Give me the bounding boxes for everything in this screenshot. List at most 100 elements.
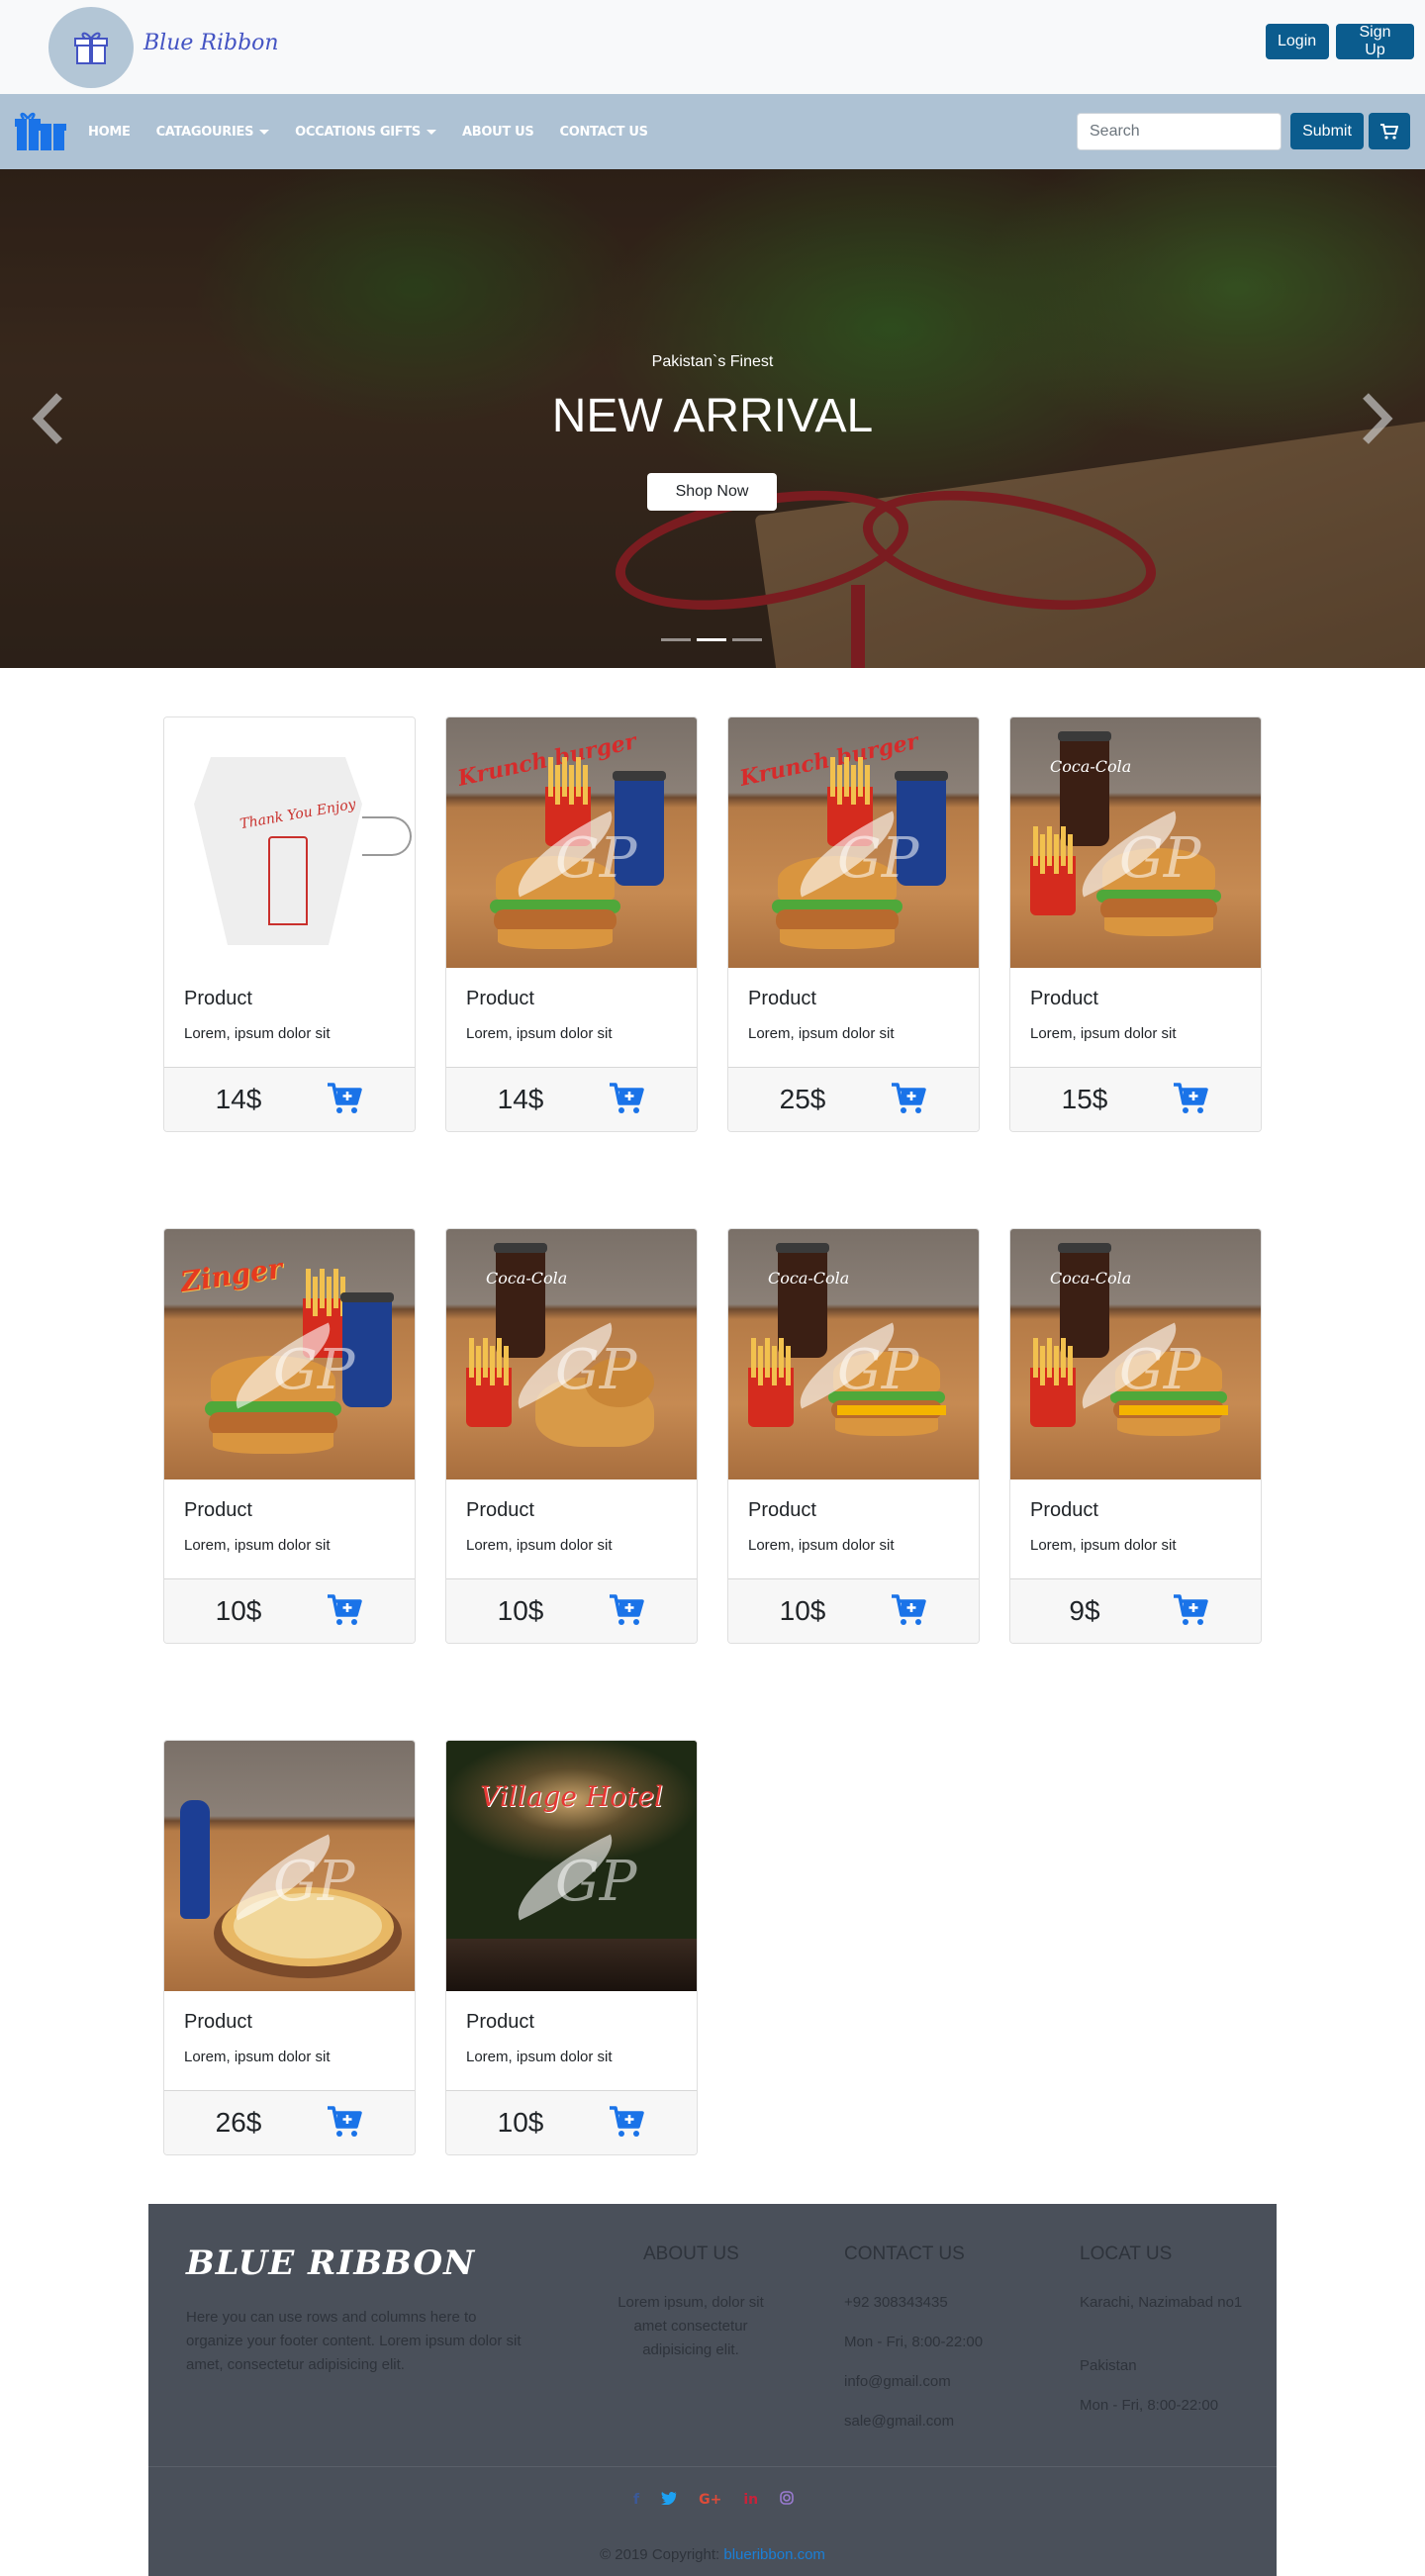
nav-about-us[interactable]: ABOUT US xyxy=(462,125,534,140)
add-to-cart-button[interactable] xyxy=(609,1593,644,1627)
linkedin-icon[interactable]: in xyxy=(743,2492,758,2508)
krunch-label: Krunch burger xyxy=(737,728,921,792)
nav-about-label: ABOUT US xyxy=(461,124,534,140)
product-price: 26$ xyxy=(215,2107,262,2138)
product-image[interactable]: Thank You Enjoy xyxy=(164,717,415,968)
krunch-label: Krunch burger xyxy=(455,728,639,792)
watermark: GP xyxy=(273,1338,355,1402)
add-to-cart-icon xyxy=(1174,1083,1208,1113)
product-card: Coca-Cola GP Product Lorem, ipsum dolor sit… xyxy=(1009,1228,1262,1644)
login-button[interactable]: Login xyxy=(1266,24,1329,59)
product-image[interactable]: GP xyxy=(164,1741,415,1991)
carousel-title: NEW ARRIVAL xyxy=(551,390,874,442)
add-to-cart-button[interactable] xyxy=(609,2105,644,2139)
add-to-cart-icon xyxy=(610,1083,644,1113)
carousel-indicator-active[interactable] xyxy=(697,638,726,641)
add-to-cart-button[interactable] xyxy=(327,1082,362,1115)
product-footer: 25$ xyxy=(728,1067,979,1131)
navbar: HOME CATAGOURIES OCCATIONS GIFTS ABOUT U… xyxy=(0,94,1425,169)
product-footer: 10$ xyxy=(164,1578,415,1643)
google-plus-icon[interactable]: G+ xyxy=(699,2492,721,2508)
add-to-cart-icon xyxy=(610,1594,644,1625)
footer-email-info[interactable]: info@gmail.com xyxy=(844,2370,951,2394)
footer-contact-hours: Mon - Fri, 8:00-22:00 xyxy=(844,2334,984,2350)
nav-occasions-gifts[interactable]: OCCATIONS GIFTS xyxy=(295,125,436,140)
product-image[interactable]: Coca-Cola GP xyxy=(728,1229,979,1479)
add-to-cart-icon xyxy=(610,2106,644,2137)
product-price: 14$ xyxy=(215,1084,262,1114)
product-image[interactable]: Village Hotel GP xyxy=(446,1741,697,1991)
product-title[interactable]: Product xyxy=(184,1499,252,1522)
product-description: Lorem, ipsum dolor sit xyxy=(184,2049,331,2065)
gifts-icon[interactable] xyxy=(15,109,66,152)
cart-button[interactable] xyxy=(1369,113,1410,149)
product-image[interactable]: Coca-Cola GP xyxy=(1010,1229,1261,1479)
add-to-cart-button[interactable] xyxy=(1173,1593,1208,1627)
product-title[interactable]: Product xyxy=(184,2011,252,2034)
add-to-cart-button[interactable] xyxy=(1173,1082,1208,1115)
add-to-cart-icon xyxy=(1174,1594,1208,1625)
product-title[interactable]: Product xyxy=(184,988,252,1010)
product-title[interactable]: Product xyxy=(1030,988,1098,1010)
product-title[interactable]: Product xyxy=(748,1499,816,1522)
product-description: Lorem, ipsum dolor sit xyxy=(748,1025,895,1042)
product-description: Lorem, ipsum dolor sit xyxy=(184,1537,331,1554)
brand-name[interactable]: Blue Ribbon xyxy=(143,31,279,55)
footer-about-title: ABOUT US xyxy=(643,2243,739,2264)
product-title[interactable]: Product xyxy=(466,2011,534,2034)
watermark: GP xyxy=(555,1850,637,1914)
carousel-indicator[interactable] xyxy=(732,638,762,641)
search-input[interactable] xyxy=(1077,113,1282,150)
product-title[interactable]: Product xyxy=(466,988,534,1010)
footer-location-hours: Mon - Fri, 8:00-22:00 xyxy=(1080,2397,1219,2414)
copyright-text: © 2019 Copyright: xyxy=(600,2546,720,2563)
nav-categories[interactable]: CATAGOURIES xyxy=(156,125,270,140)
product-image[interactable]: Krunch burger GP xyxy=(728,717,979,968)
logo[interactable] xyxy=(48,7,134,88)
footer-description: Here you can use rows and columns here t… xyxy=(186,2309,522,2373)
facebook-icon[interactable]: f xyxy=(633,2492,639,2508)
product-image[interactable]: Krunch burger GP xyxy=(446,717,697,968)
copyright: © 2019 Copyright: blueribbon.com xyxy=(148,2546,1277,2563)
watermark: GP xyxy=(1119,1338,1201,1402)
nav-contact-label: CONTACT US xyxy=(559,124,648,140)
instagram-icon[interactable] xyxy=(780,2491,794,2509)
coke-label: Coca-Cola xyxy=(768,1269,850,1288)
signup-button[interactable]: Sign Up xyxy=(1336,24,1414,59)
watermark: GP xyxy=(837,826,919,891)
footer-email-sale[interactable]: sale@gmail.com xyxy=(844,2410,954,2433)
watermark: GP xyxy=(273,1850,355,1914)
product-description: Lorem, ipsum dolor sit xyxy=(1030,1537,1177,1554)
twitter-icon[interactable] xyxy=(661,2491,678,2509)
hero-carousel: Pakistan`s Finest NEW ARRIVAL Shop Now xyxy=(0,169,1425,668)
product-footer: 10$ xyxy=(728,1578,979,1643)
product-price: 25$ xyxy=(779,1084,826,1114)
shop-now-button[interactable]: Shop Now xyxy=(647,473,777,511)
add-to-cart-button[interactable] xyxy=(609,1082,644,1115)
nav-contact-us[interactable]: CONTACT US xyxy=(559,124,648,140)
product-image[interactable]: Coca-Cola GP xyxy=(446,1229,697,1479)
product-price: 9$ xyxy=(1069,1595,1100,1626)
product-description: Lorem, ipsum dolor sit xyxy=(466,2049,613,2065)
product-image[interactable]: Coca-Cola GP xyxy=(1010,717,1261,968)
add-to-cart-button[interactable] xyxy=(327,2105,362,2139)
add-to-cart-button[interactable] xyxy=(327,1593,362,1627)
product-price: 10$ xyxy=(497,2107,544,2138)
copyright-link[interactable]: blueribbon.com xyxy=(723,2546,825,2563)
product-card: Thank You Enjoy Product Lorem, ipsum dolor… xyxy=(163,716,416,1132)
product-card: Krunch burger GP Product Lorem, ipsum dolor… xyxy=(727,716,980,1132)
product-description: Lorem, ipsum dolor sit xyxy=(748,1537,895,1554)
carousel-indicator[interactable] xyxy=(661,638,691,641)
product-footer: 26$ xyxy=(164,2090,415,2154)
submit-button[interactable]: Submit xyxy=(1290,113,1364,149)
nav-home[interactable]: HOME xyxy=(88,125,131,140)
add-to-cart-button[interactable] xyxy=(891,1593,926,1627)
product-card: GP Product Lorem, ipsum dolor sit 26$ xyxy=(163,1740,416,2155)
product-title[interactable]: Product xyxy=(466,1499,534,1522)
product-card: Coca-Cola GP Product Lorem, ipsum dolor sit… xyxy=(727,1228,980,1644)
caret-down-icon xyxy=(426,129,436,135)
add-to-cart-button[interactable] xyxy=(891,1082,926,1115)
product-image[interactable]: Zinger GP xyxy=(164,1229,415,1479)
product-title[interactable]: Product xyxy=(748,988,816,1010)
product-title[interactable]: Product xyxy=(1030,1499,1098,1522)
